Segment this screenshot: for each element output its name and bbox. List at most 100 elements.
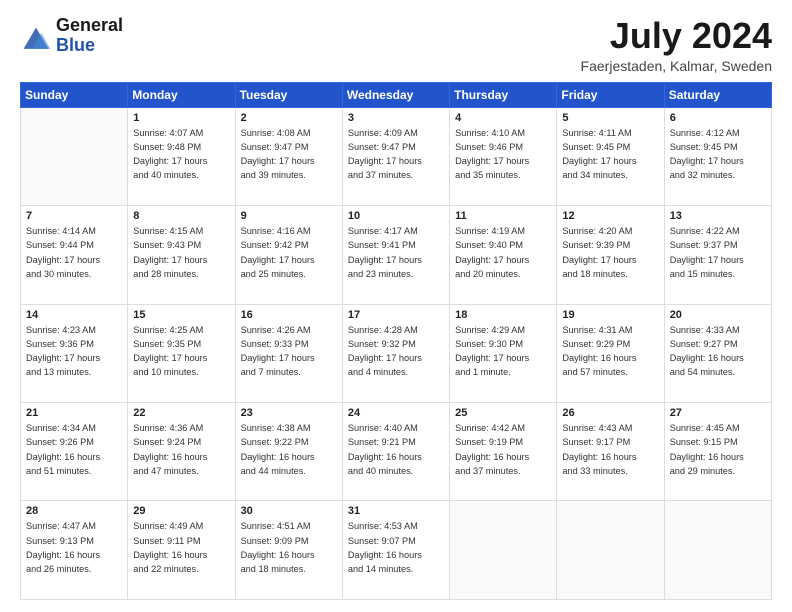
weekday-header-row: Sunday Monday Tuesday Wednesday Thursday… [21,82,772,107]
day-info: Sunrise: 4:51 AM Sunset: 9:09 PM Dayligh… [241,519,337,576]
day-info: Sunrise: 4:15 AM Sunset: 9:43 PM Dayligh… [133,224,229,281]
day-number: 20 [670,309,766,321]
location: Faerjestaden, Kalmar, Sweden [581,58,772,74]
day-info: Sunrise: 4:26 AM Sunset: 9:33 PM Dayligh… [241,323,337,380]
table-row: 12Sunrise: 4:20 AM Sunset: 9:39 PM Dayli… [557,206,664,304]
day-info: Sunrise: 4:29 AM Sunset: 9:30 PM Dayligh… [455,323,551,380]
day-info: Sunrise: 4:10 AM Sunset: 9:46 PM Dayligh… [455,126,551,183]
day-number: 28 [26,505,122,517]
table-row: 23Sunrise: 4:38 AM Sunset: 9:22 PM Dayli… [235,403,342,501]
day-info: Sunrise: 4:53 AM Sunset: 9:07 PM Dayligh… [348,519,444,576]
header: General Blue July 2024 Faerjestaden, Kal… [20,16,772,74]
day-number: 16 [241,309,337,321]
title-block: July 2024 Faerjestaden, Kalmar, Sweden [581,16,772,74]
page: General Blue July 2024 Faerjestaden, Kal… [0,0,792,612]
day-number: 15 [133,309,229,321]
table-row [21,107,128,205]
logo-general: General [56,16,123,36]
day-number: 3 [348,112,444,124]
table-row: 14 Sunrise: 4:23 AM Sunset: 9:36 PM Dayli… [21,304,128,402]
day-number: 23 [241,407,337,419]
header-tuesday: Tuesday [235,82,342,107]
day-info: Sunrise: 4:17 AM Sunset: 9:41 PM Dayligh… [348,224,444,281]
day-number: 24 [348,407,444,419]
table-row: 11 Sunrise: 4:19 AM Sunset: 9:40 PM Dayli… [450,206,557,304]
day-info: Sunrise: 4:43 AM Sunset: 9:17 PM Dayligh… [562,421,658,478]
calendar-week-row: 1 Sunrise: 4:07 AM Sunset: 9:48 PM Daylig… [21,107,772,205]
logo: General Blue [20,16,123,56]
header-friday: Friday [557,82,664,107]
day-info: Sunrise: 4:31 AM Sunset: 9:29 PM Dayligh… [562,323,658,380]
day-number: 29 [133,505,229,517]
day-info: Sunrise: 4:23 AM Sunset: 9:36 PM Dayligh… [26,323,122,380]
table-row: 6Sunrise: 4:12 AM Sunset: 9:45 PM Daylig… [664,107,771,205]
header-saturday: Saturday [664,82,771,107]
table-row: 20 Sunrise: 4:33 AM Sunset: 9:27 PM Dayli… [664,304,771,402]
day-number: 14 [26,309,122,321]
table-row: 30 Sunrise: 4:51 AM Sunset: 9:09 PM Dayli… [235,501,342,600]
table-row: 13Sunrise: 4:22 AM Sunset: 9:37 PM Dayli… [664,206,771,304]
day-number: 12 [562,210,658,222]
day-info: Sunrise: 4:08 AM Sunset: 9:47 PM Dayligh… [241,126,337,183]
calendar-week-row: 14 Sunrise: 4:23 AM Sunset: 9:36 PM Dayli… [21,304,772,402]
table-row: 29Sunrise: 4:49 AM Sunset: 9:11 PM Dayli… [128,501,235,600]
table-row: 22 Sunrise: 4:36 AM Sunset: 9:24 PM Dayli… [128,403,235,501]
table-row: 10 Sunrise: 4:17 AM Sunset: 9:41 PM Dayli… [342,206,449,304]
logo-text: General Blue [56,16,123,56]
calendar-week-row: 21 Sunrise: 4:34 AM Sunset: 9:26 PM Dayli… [21,403,772,501]
logo-blue: Blue [56,36,123,56]
day-info: Sunrise: 4:19 AM Sunset: 9:40 PM Dayligh… [455,224,551,281]
day-number: 26 [562,407,658,419]
logo-icon [20,24,52,56]
day-number: 10 [348,210,444,222]
day-info: Sunrise: 4:16 AM Sunset: 9:42 PM Dayligh… [241,224,337,281]
day-info: Sunrise: 4:45 AM Sunset: 9:15 PM Dayligh… [670,421,766,478]
day-number: 18 [455,309,551,321]
day-info: Sunrise: 4:36 AM Sunset: 9:24 PM Dayligh… [133,421,229,478]
table-row: 3Sunrise: 4:09 AM Sunset: 9:47 PM Daylig… [342,107,449,205]
day-info: Sunrise: 4:07 AM Sunset: 9:48 PM Dayligh… [133,126,229,183]
day-number: 5 [562,112,658,124]
calendar-week-row: 7 Sunrise: 4:14 AM Sunset: 9:44 PM Daylig… [21,206,772,304]
table-row: 15 Sunrise: 4:25 AM Sunset: 9:35 PM Dayli… [128,304,235,402]
table-row [557,501,664,600]
day-number: 1 [133,112,229,124]
day-number: 27 [670,407,766,419]
table-row: 18 Sunrise: 4:29 AM Sunset: 9:30 PM Dayli… [450,304,557,402]
day-info: Sunrise: 4:22 AM Sunset: 9:37 PM Dayligh… [670,224,766,281]
table-row: 8 Sunrise: 4:15 AM Sunset: 9:43 PM Daylig… [128,206,235,304]
day-info: Sunrise: 4:47 AM Sunset: 9:13 PM Dayligh… [26,519,122,576]
day-number: 25 [455,407,551,419]
day-number: 2 [241,112,337,124]
table-row: 27 Sunrise: 4:45 AM Sunset: 9:15 PM Dayli… [664,403,771,501]
day-number: 11 [455,210,551,222]
table-row: 1 Sunrise: 4:07 AM Sunset: 9:48 PM Daylig… [128,107,235,205]
day-info: Sunrise: 4:40 AM Sunset: 9:21 PM Dayligh… [348,421,444,478]
day-number: 30 [241,505,337,517]
day-info: Sunrise: 4:28 AM Sunset: 9:32 PM Dayligh… [348,323,444,380]
table-row: 7 Sunrise: 4:14 AM Sunset: 9:44 PM Daylig… [21,206,128,304]
table-row: 17 Sunrise: 4:28 AM Sunset: 9:32 PM Dayli… [342,304,449,402]
day-number: 22 [133,407,229,419]
day-number: 6 [670,112,766,124]
day-info: Sunrise: 4:33 AM Sunset: 9:27 PM Dayligh… [670,323,766,380]
table-row: 26 Sunrise: 4:43 AM Sunset: 9:17 PM Dayli… [557,403,664,501]
day-info: Sunrise: 4:14 AM Sunset: 9:44 PM Dayligh… [26,224,122,281]
day-number: 7 [26,210,122,222]
month-year: July 2024 [581,16,772,56]
table-row: 28 Sunrise: 4:47 AM Sunset: 9:13 PM Dayli… [21,501,128,600]
calendar-week-row: 28 Sunrise: 4:47 AM Sunset: 9:13 PM Dayli… [21,501,772,600]
day-number: 17 [348,309,444,321]
table-row [664,501,771,600]
table-row: 31Sunrise: 4:53 AM Sunset: 9:07 PM Dayli… [342,501,449,600]
table-row: 2 Sunrise: 4:08 AM Sunset: 9:47 PM Daylig… [235,107,342,205]
day-number: 19 [562,309,658,321]
day-info: Sunrise: 4:11 AM Sunset: 9:45 PM Dayligh… [562,126,658,183]
table-row [450,501,557,600]
day-number: 21 [26,407,122,419]
table-row: 21 Sunrise: 4:34 AM Sunset: 9:26 PM Dayli… [21,403,128,501]
day-info: Sunrise: 4:25 AM Sunset: 9:35 PM Dayligh… [133,323,229,380]
day-info: Sunrise: 4:34 AM Sunset: 9:26 PM Dayligh… [26,421,122,478]
day-number: 9 [241,210,337,222]
day-number: 8 [133,210,229,222]
